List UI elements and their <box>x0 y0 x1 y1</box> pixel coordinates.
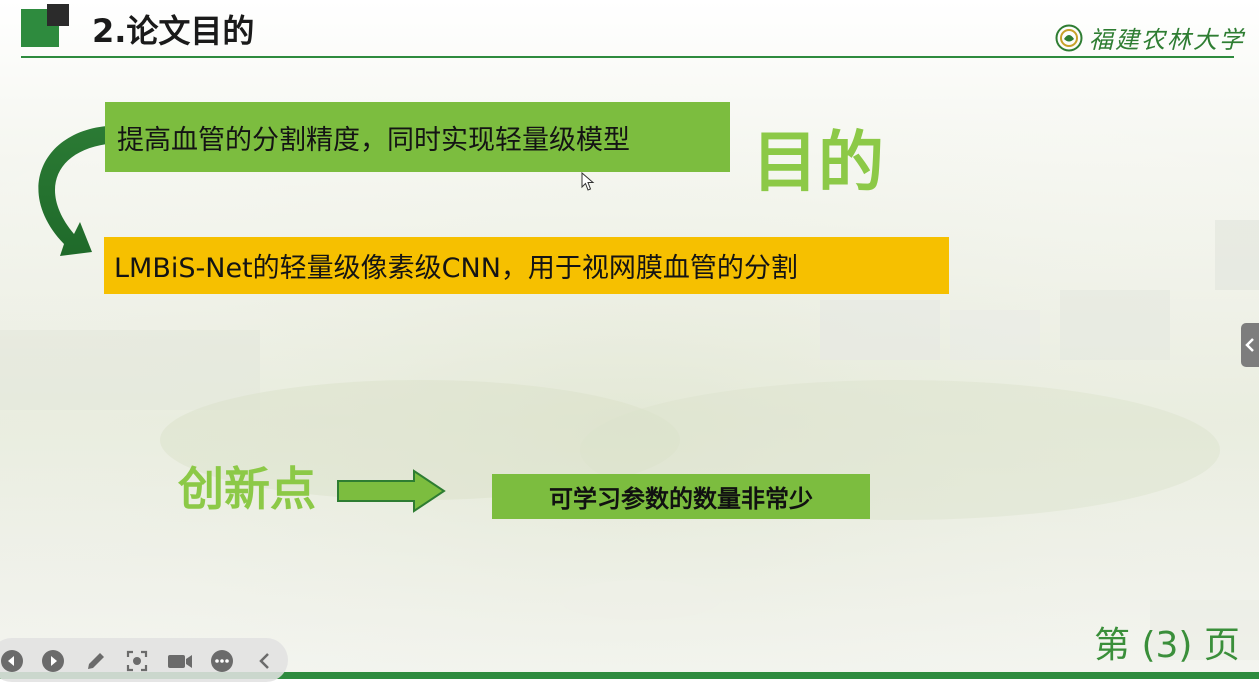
right-arrow-icon <box>337 469 446 513</box>
page-number: 第 (3) 页 <box>1094 625 1240 666</box>
more-icon <box>211 650 233 672</box>
screenshot-icon <box>126 650 148 672</box>
pen-tool-button[interactable] <box>84 649 108 673</box>
screenshot-button[interactable] <box>125 649 149 673</box>
innovation-box: 可学习参数的数量非常少 <box>492 474 870 519</box>
next-icon <box>42 650 64 672</box>
camera-icon <box>168 655 192 668</box>
university-logo: 福建农林大学 <box>1055 20 1245 55</box>
innovation-text: 可学习参数的数量非常少 <box>549 485 813 513</box>
side-panel-toggle[interactable] <box>1241 323 1259 367</box>
pen-icon <box>88 653 104 669</box>
university-seal-icon <box>1055 24 1083 51</box>
purpose-label: 目的 <box>752 124 884 201</box>
collapse-icon <box>259 653 269 669</box>
method-box: LMBiS-Net的轻量级像素级CNN，用于视网膜血管的分割 <box>104 237 949 294</box>
university-name: 福建农林大学 <box>1089 26 1245 54</box>
previous-slide-button[interactable] <box>0 649 24 673</box>
goal-box: 提高血管的分割精度，同时实现轻量级模型 <box>105 102 730 172</box>
more-options-button[interactable] <box>210 649 234 673</box>
curved-arrow-icon <box>38 126 107 256</box>
next-slide-button[interactable] <box>41 649 65 673</box>
method-text: LMBiS-Net的轻量级像素级CNN，用于视网膜血管的分割 <box>114 253 798 284</box>
camera-button[interactable] <box>166 649 194 673</box>
chevron-left-icon <box>1245 338 1254 352</box>
goal-text: 提高血管的分割精度，同时实现轻量级模型 <box>117 124 630 156</box>
mouse-cursor-icon <box>581 172 595 191</box>
collapse-toolbar-button[interactable] <box>253 649 277 673</box>
innovation-label: 创新点 <box>178 462 316 516</box>
page-title: 2.论文目的 <box>92 12 255 50</box>
previous-icon <box>1 650 23 672</box>
title-accent-dark-square <box>47 4 69 26</box>
title-divider <box>21 56 1234 58</box>
